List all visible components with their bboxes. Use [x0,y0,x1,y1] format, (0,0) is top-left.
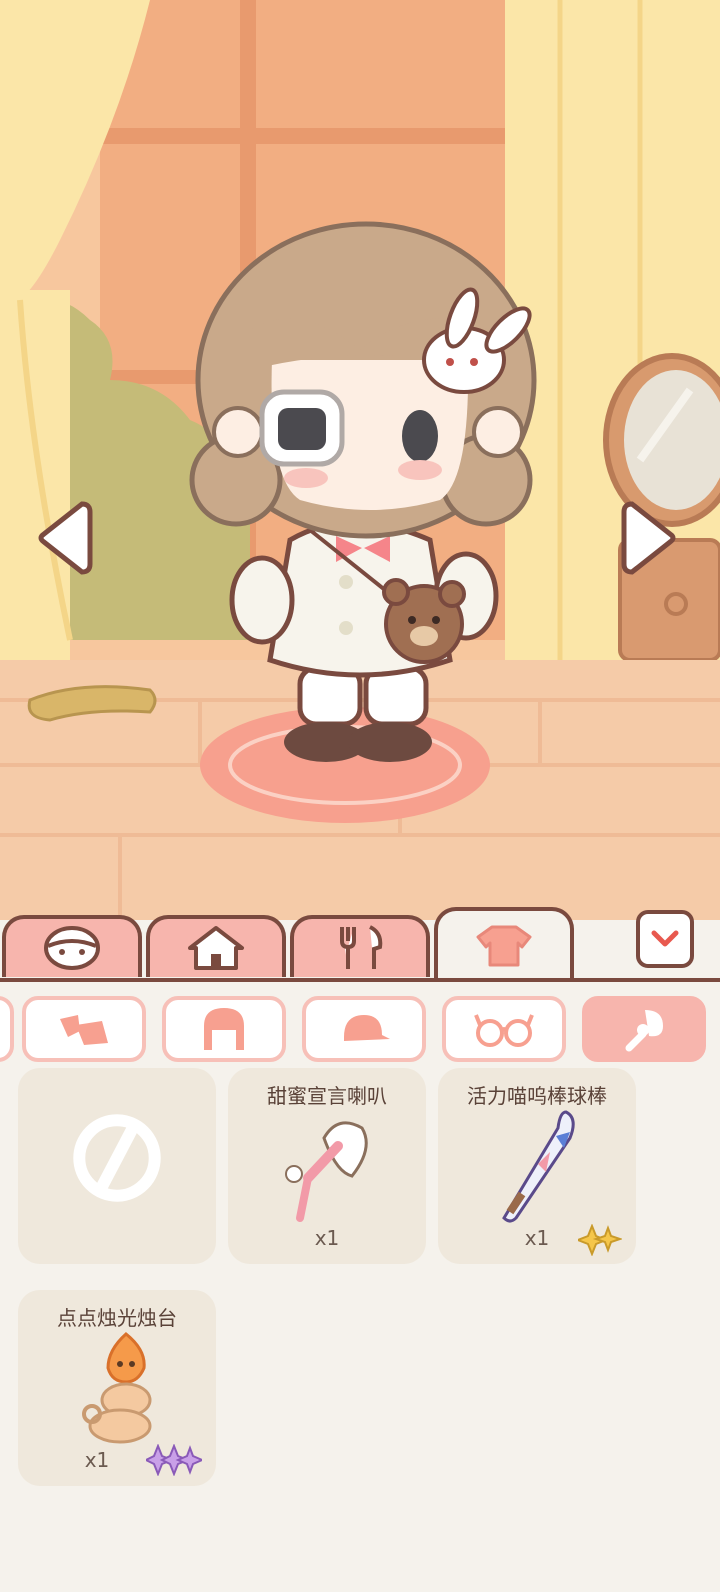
hair-icon [204,1008,244,1050]
category-glasses[interactable] [442,996,566,1062]
megaphone-icon [285,1121,368,1222]
item-name: 活力喵呜棒球棒 [467,1084,607,1108]
tab-food[interactable] [290,915,430,977]
game-scene [0,0,720,920]
gold-sparkle-icon [578,1224,622,1256]
face-icon [44,926,100,970]
collapse-panel-button[interactable] [636,910,694,968]
category-shoes[interactable] [22,996,146,1062]
purple-sparkle-icon [146,1444,202,1476]
category-hat[interactable] [302,996,426,1062]
tab-room[interactable] [146,915,286,977]
item-name: 点点烛光烛台 [57,1306,177,1330]
tab-divider [0,978,720,982]
none-icon [73,1114,161,1202]
category-partial[interactable] [0,996,14,1062]
cutlery-icon [340,925,383,969]
tab-character[interactable] [2,915,142,977]
shoes-icon [60,1015,108,1045]
item-card-none[interactable] [18,1068,216,1264]
baseball-bat-icon [502,1110,575,1223]
item-card-candle-holder[interactable]: 点点烛光烛台 x1 [18,1290,216,1486]
handheld-item-icon [625,1010,663,1052]
category-bar [0,990,720,1070]
item-name: 甜蜜宣言喇叭 [267,1084,387,1108]
house-icon [188,926,244,970]
item-card-megaphone[interactable]: 甜蜜宣言喇叭 x1 [228,1068,426,1264]
tab-clothing[interactable] [434,907,574,981]
glasses-icon [474,1014,534,1047]
main-tab-bar [0,905,720,981]
category-handheld[interactable] [582,996,706,1062]
candle-holder-icon [82,1332,152,1444]
shirt-icon [476,925,532,967]
item-quantity: x1 [314,1226,340,1250]
hat-icon [344,1015,390,1041]
previous-arrow-icon[interactable] [34,498,94,578]
item-card-baseball-bat[interactable]: 活力喵呜棒球棒 x1 [438,1068,636,1264]
next-arrow-icon[interactable] [620,498,680,578]
category-hair[interactable] [162,996,286,1062]
chevron-down-icon [651,930,679,947]
